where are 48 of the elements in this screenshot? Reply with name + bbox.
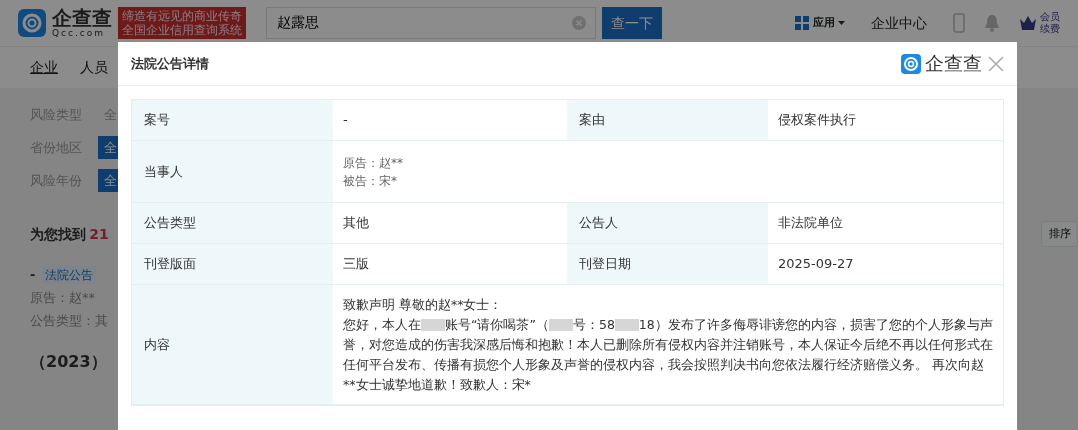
field-value: 被告：宋* [343, 172, 397, 190]
grid-icon [795, 16, 810, 30]
field-label: 内容 [144, 335, 170, 354]
field-label: 刊登版面 [144, 255, 196, 274]
apps-menu-button[interactable]: 应用 [787, 10, 853, 36]
nav-tab[interactable]: 企业 [30, 57, 58, 78]
logo-text: 企查查 [52, 8, 112, 28]
logo-subtext: Qcc.com [52, 28, 107, 38]
category-tag: 法院公告 [41, 265, 97, 284]
field-label: 当事人 [144, 162, 183, 181]
field-label: 刊登日期 [579, 255, 631, 274]
content-heading: 致歉声明 尊敬的赵**女士： [343, 295, 503, 314]
result-count-label: 为您找到 [30, 224, 86, 244]
clear-icon [572, 16, 586, 30]
field-value: 三版 [343, 255, 369, 274]
field-label: 公告类型 [144, 214, 196, 233]
dash-text: - [30, 266, 36, 284]
field-value: 原告：赵** [343, 154, 403, 172]
field-value: 非法院单位 [778, 214, 843, 233]
field-value: 其他 [343, 214, 369, 233]
slogan-text: 全国企业信用查询系统 [122, 23, 242, 37]
result-count: 21 [89, 224, 109, 244]
logo-icon [18, 9, 46, 37]
bell-icon [983, 14, 1000, 32]
content-text: 您好，本人在 账号“请你喝茶”（ 号：58 18）发布了许多侮辱诽谤您的内容，损害了您的个人形象与声誉，对您造成的伤害我深感后悔和抱歉！本人已删除所有侵权内容并注销账号，本人保证今后绝不再以任何形式在任何平台发布、传播有损您个人形象及声誉的侵权内容，我会按照判决书向您依法履行经济赔偿义务。 再次向赵**女士诚挚地道歉！致歉人：宋* [343, 315, 993, 394]
field-value: 2025-09-27 [778, 255, 854, 274]
result-detail: 原告：赵** [30, 289, 95, 305]
field-value: 侵权案件执行 [778, 111, 856, 130]
caret-icon [837, 21, 845, 25]
modal-title: 法院公告详情 [131, 54, 210, 73]
field-label: 公告人 [579, 214, 618, 233]
logo-text: 企查查 [924, 51, 982, 77]
search-field[interactable]: 赵露思 [266, 7, 596, 39]
field-label: 案号 [144, 111, 170, 130]
search-button[interactable]: 查一下 [602, 7, 662, 39]
crown-icon [1018, 15, 1037, 31]
result-title: （2023） [30, 351, 107, 371]
nav-tab[interactable]: 人员 [80, 57, 108, 78]
phone-icon [952, 13, 965, 33]
slogan-text: 缔造有远见的商业传奇 [122, 9, 242, 23]
logo-icon [901, 53, 922, 74]
sort-button[interactable]: 排序 [1041, 221, 1078, 247]
field-label: 案由 [579, 111, 605, 130]
field-value: - [343, 111, 348, 130]
close-icon [988, 55, 1004, 72]
member-renew-link[interactable]: 会员 [1040, 11, 1060, 23]
enterprise-center-link[interactable]: 企业中心 [871, 12, 928, 34]
member-renew-link[interactable]: 续费 [1040, 23, 1060, 35]
